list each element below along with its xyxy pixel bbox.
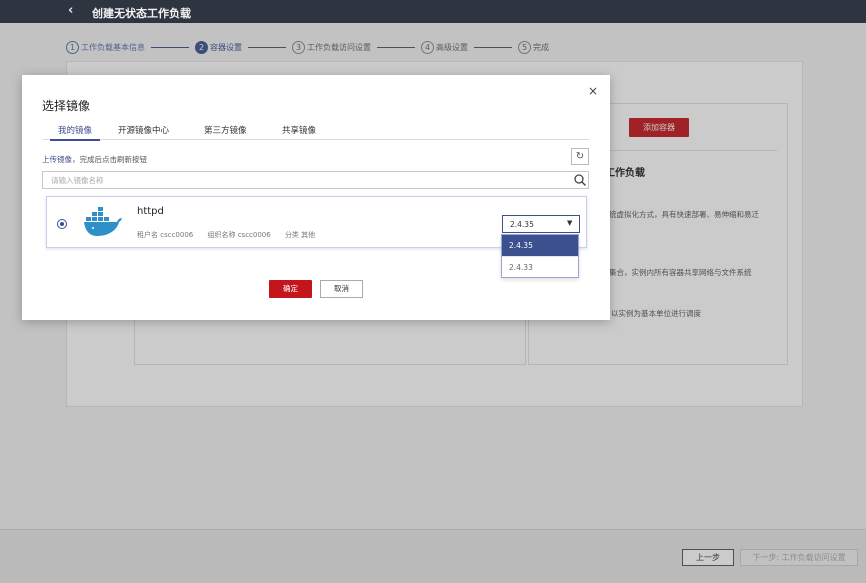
image-radio-button[interactable] bbox=[57, 219, 67, 229]
search-icon[interactable] bbox=[573, 173, 587, 187]
upload-hint: 上传镜像，完成后点击刷新按钮 bbox=[42, 154, 147, 165]
cancel-button[interactable]: 取消 bbox=[320, 280, 363, 298]
image-source-tabs: 我的镜像 开源镜像中心 第三方镜像 共享镜像 bbox=[42, 124, 590, 141]
back-icon[interactable]: ‹ bbox=[68, 3, 73, 18]
version-dropdown-list: 2.4.35 2.4.33 bbox=[501, 234, 579, 278]
confirm-button[interactable]: 确定 bbox=[269, 280, 312, 298]
select-image-dialog: × 选择镜像 我的镜像 开源镜像中心 第三方镜像 共享镜像 上传镜像，完成后点击… bbox=[22, 75, 610, 320]
image-search-box bbox=[42, 171, 589, 189]
tab-third-party-images[interactable]: 第三方镜像 bbox=[204, 124, 247, 140]
version-select[interactable]: 2.4.35 ▼ bbox=[502, 215, 580, 233]
image-category: 分类 其他 bbox=[284, 231, 316, 239]
version-option[interactable]: 2.4.33 bbox=[502, 256, 578, 277]
page-title: 创建无状态工作负载 bbox=[92, 7, 191, 20]
tab-my-images[interactable]: 我的镜像 bbox=[58, 124, 92, 140]
dialog-title: 选择镜像 bbox=[42, 99, 91, 113]
image-organization: 组织名称 cscc0006 bbox=[207, 231, 271, 239]
tab-open-source-images[interactable]: 开源镜像中心 bbox=[118, 124, 169, 140]
version-option[interactable]: 2.4.35 bbox=[502, 235, 578, 256]
upload-image-link[interactable]: 上传镜像 bbox=[42, 155, 72, 164]
upload-hint-text: ，完成后点击刷新按钮 bbox=[72, 155, 147, 164]
image-search-input[interactable] bbox=[43, 172, 563, 188]
image-meta: 租户名 cscc0006 组织名称 cscc0006 分类 其他 bbox=[137, 230, 327, 240]
top-bar: ‹ 创建无状态工作负载 bbox=[0, 0, 866, 23]
chevron-down-icon: ▼ bbox=[567, 219, 573, 227]
docker-whale-icon bbox=[84, 207, 122, 236]
close-icon[interactable]: × bbox=[588, 84, 598, 98]
refresh-button[interactable]: ↻ bbox=[571, 148, 589, 165]
active-tab-indicator bbox=[50, 139, 100, 141]
tab-shared-images[interactable]: 共享镜像 bbox=[282, 124, 316, 140]
image-tenant: 租户名 cscc0006 bbox=[137, 231, 194, 239]
version-select-value: 2.4.35 bbox=[510, 220, 534, 229]
image-name: httpd bbox=[137, 206, 164, 217]
